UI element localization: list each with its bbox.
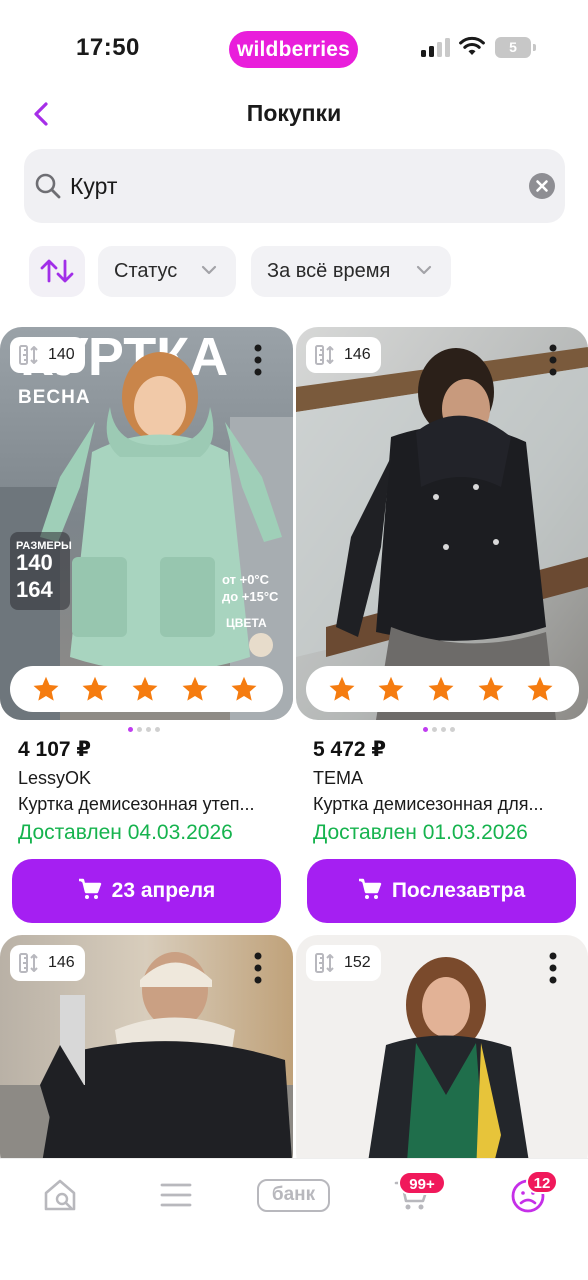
- signal-icon: [421, 38, 451, 57]
- photo-colors-label: ЦВЕТА: [226, 616, 267, 630]
- size-badge: 146: [306, 337, 381, 373]
- sort-icon: [40, 259, 74, 283]
- ruler-icon: [315, 953, 334, 973]
- size-badge: 146: [10, 945, 85, 981]
- home-search-icon[interactable]: [40, 1175, 80, 1215]
- search-input[interactable]: [70, 170, 510, 202]
- product-image[interactable]: 146: [296, 327, 588, 720]
- size-value: 140: [48, 346, 75, 363]
- photo-season: ВЕСНА: [18, 387, 91, 408]
- product-name[interactable]: Куртка демисезонная утеп...: [18, 794, 278, 815]
- star-icon: [82, 676, 108, 701]
- product-price: 4 107 ₽: [18, 738, 91, 761]
- product-image[interactable]: 152: [296, 935, 588, 1175]
- ruler-icon: [19, 345, 38, 365]
- status-bar: 17:50 wildberries 5: [0, 0, 588, 92]
- image-pager-dots: [128, 727, 168, 733]
- ruler-icon: [315, 345, 334, 365]
- status-time: 17:50: [76, 34, 140, 61]
- more-vertical-icon[interactable]: [251, 343, 265, 377]
- battery-level: 5: [495, 37, 531, 58]
- delivery-status: Доставлен 01.03.2026: [313, 821, 528, 844]
- image-pager-dots: [423, 727, 463, 733]
- add-to-cart-label: 23 апреля: [111, 879, 216, 902]
- photo-temp-from: от +0°C: [222, 572, 270, 587]
- add-to-cart-label: Послезавтра: [391, 879, 526, 902]
- size-badge: 140: [10, 337, 85, 373]
- rating-bar: [306, 666, 579, 712]
- sort-button[interactable]: [29, 246, 85, 297]
- size-badge: 152: [306, 945, 381, 981]
- menu-icon[interactable]: [156, 1175, 196, 1215]
- status-filter-label: Статус: [114, 260, 178, 282]
- star-icon: [478, 676, 504, 701]
- product-price: 5 472 ₽: [313, 738, 386, 761]
- product-name[interactable]: Куртка демисезонная для...: [313, 794, 575, 815]
- size-value: 152: [344, 954, 371, 971]
- star-icon: [231, 676, 257, 701]
- profile-badge: 12: [526, 1170, 558, 1194]
- product-image[interactable]: КУРТКА ВЕСНА РАЗМЕРЫ 140 164 от +0°C до …: [0, 327, 293, 720]
- star-icon: [527, 676, 553, 701]
- star-icon: [33, 676, 59, 701]
- star-icon: [329, 676, 355, 701]
- bottom-nav: банк 99+ 12: [0, 1158, 588, 1280]
- star-icon: [378, 676, 404, 701]
- bank-tab[interactable]: банк: [257, 1179, 330, 1212]
- add-to-cart-button[interactable]: 23 апреля: [12, 859, 281, 923]
- product-brand[interactable]: LessyOK: [18, 768, 91, 789]
- product-image[interactable]: 146: [0, 935, 293, 1175]
- product-photo: [296, 327, 588, 720]
- photo-size-from: 140: [16, 550, 53, 575]
- period-filter-label: За всё время: [267, 260, 391, 282]
- product-brand[interactable]: TEMA: [313, 768, 363, 789]
- more-vertical-icon[interactable]: [251, 951, 265, 985]
- cart-icon: [78, 879, 101, 900]
- clear-icon[interactable]: [529, 173, 555, 199]
- size-value: 146: [344, 346, 371, 363]
- photo-size-to: 164: [16, 577, 53, 602]
- page-title: Покупки: [246, 100, 342, 126]
- status-filter[interactable]: Статус: [98, 246, 236, 297]
- period-filter[interactable]: За всё время: [251, 246, 451, 297]
- wifi-icon: [459, 36, 485, 55]
- cart-icon: [358, 879, 382, 900]
- delivery-status: Доставлен 04.03.2026: [18, 821, 233, 844]
- rating-bar: [10, 666, 283, 712]
- search-icon: [35, 173, 61, 199]
- size-value: 146: [48, 954, 75, 971]
- battery-icon: 5: [495, 37, 537, 58]
- product-photo: КУРТКА ВЕСНА РАЗМЕРЫ 140 164 от +0°C до …: [0, 327, 293, 720]
- chevron-down-icon: [201, 265, 217, 275]
- more-vertical-icon[interactable]: [546, 951, 560, 985]
- star-icon: [428, 676, 454, 701]
- chevron-down-icon: [416, 265, 432, 275]
- photo-temp-to: до +15°C: [222, 589, 279, 604]
- add-to-cart-button[interactable]: Послезавтра: [307, 859, 576, 923]
- more-vertical-icon[interactable]: [546, 343, 560, 377]
- star-icon: [182, 676, 208, 701]
- brand-logo: wildberries: [229, 31, 358, 68]
- cart-badge: 99+: [398, 1171, 446, 1195]
- ruler-icon: [19, 953, 38, 973]
- star-icon: [132, 676, 158, 701]
